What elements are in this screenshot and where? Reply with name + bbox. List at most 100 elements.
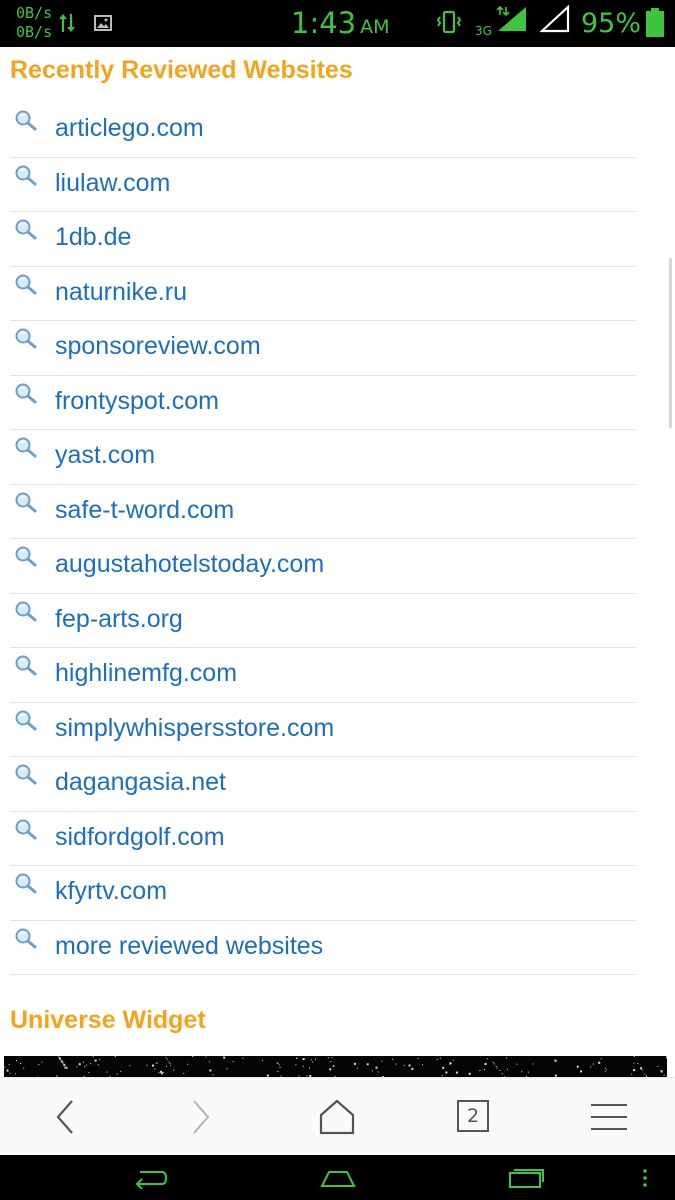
star-speck <box>590 1066 592 1068</box>
star-speck <box>62 1062 64 1064</box>
battery-icon <box>646 8 664 37</box>
browser-home-button[interactable] <box>312 1092 362 1142</box>
back-icon <box>56 1100 73 1134</box>
website-link[interactable]: dagangasia.net <box>55 768 226 797</box>
star-speck <box>146 1064 148 1066</box>
star-speck <box>94 1059 97 1062</box>
star-speck <box>60 1059 62 1061</box>
magnifier-icon <box>15 873 37 894</box>
star-speck <box>302 1058 305 1060</box>
star-speck <box>99 1059 101 1061</box>
star-speck <box>278 1064 280 1066</box>
browser-back-button[interactable] <box>40 1092 90 1142</box>
website-link[interactable]: articlego.com <box>55 114 204 143</box>
star-speck <box>114 1056 116 1058</box>
star-speck <box>276 1062 278 1064</box>
website-link[interactable]: augustahotelstoday.com <box>55 550 324 579</box>
star-speck <box>20 1063 21 1065</box>
website-link[interactable]: more reviewed websites <box>55 932 323 961</box>
star-speck <box>15 1073 17 1075</box>
star-speck <box>592 1063 594 1065</box>
list-item: articlego.com <box>10 103 636 158</box>
star-speck <box>452 1059 454 1061</box>
star-speck <box>604 1071 606 1073</box>
star-speck <box>6 1069 9 1072</box>
list-item: sponsoreview.com <box>10 321 636 376</box>
star-speck <box>449 1062 452 1065</box>
website-link[interactable]: simplywhispersstore.com <box>55 714 334 743</box>
star-speck <box>160 1072 163 1075</box>
star-speck <box>163 1071 165 1073</box>
website-link[interactable]: yast.com <box>55 441 155 470</box>
star-speck <box>479 1070 481 1072</box>
magnifier-icon <box>15 819 37 839</box>
star-speck <box>442 1066 445 1069</box>
website-link[interactable]: frontyspot.com <box>55 387 219 416</box>
list-item: highlinemfg.com <box>10 648 636 703</box>
magnifier-icon <box>15 274 37 294</box>
website-link[interactable]: naturnike.ru <box>55 278 187 307</box>
browser-tabs-button[interactable]: 2 <box>448 1092 498 1142</box>
magnifier-icon <box>15 764 37 785</box>
star-speck <box>165 1057 167 1059</box>
star-speck <box>637 1063 639 1065</box>
website-link[interactable]: 1db.de <box>55 223 131 252</box>
website-link[interactable]: kfyrtv.com <box>55 877 167 906</box>
star-speck <box>168 1061 170 1063</box>
list-item: sidfordgolf.com <box>10 812 636 866</box>
star-speck <box>84 1065 86 1067</box>
star-speck <box>58 1057 61 1060</box>
star-speck <box>657 1065 659 1067</box>
magnifier-icon <box>15 492 37 512</box>
system-back-button[interactable] <box>130 1163 170 1193</box>
star-speck <box>97 1064 99 1066</box>
universe-widget-image[interactable] <box>4 1056 667 1077</box>
browser-menu-button[interactable] <box>584 1092 634 1142</box>
tab-count: 2 <box>457 1100 489 1132</box>
list-item: naturnike.ru <box>10 267 636 321</box>
star-speck <box>83 1061 84 1063</box>
browser-forward-button[interactable] <box>176 1092 226 1142</box>
star-speck <box>377 1071 379 1073</box>
system-home-button[interactable] <box>318 1163 358 1193</box>
system-overflow-button[interactable] <box>625 1163 665 1193</box>
list-item: liulaw.com <box>10 158 636 212</box>
website-link[interactable]: highlinemfg.com <box>55 659 237 688</box>
website-link[interactable]: sponsoreview.com <box>55 332 261 361</box>
star-speck <box>644 1073 646 1075</box>
sim2-signal-icon <box>540 5 570 33</box>
star-speck <box>516 1063 518 1065</box>
star-speck <box>61 1060 64 1063</box>
data-transfer-icon <box>59 14 75 32</box>
star-speck <box>506 1057 507 1059</box>
star-speck <box>209 1069 212 1072</box>
star-speck <box>392 1058 394 1060</box>
star-speck <box>371 1070 373 1072</box>
list-item: fep-arts.org <box>10 594 636 648</box>
page-scrollbar[interactable] <box>669 258 672 428</box>
star-speck <box>183 1072 185 1074</box>
list-item: kfyrtv.com <box>10 866 636 921</box>
star-speck <box>496 1067 498 1069</box>
browser-toolbar: 2 <box>0 1077 675 1155</box>
forward-icon <box>193 1100 210 1134</box>
star-speck <box>78 1063 81 1066</box>
star-speck <box>242 1057 244 1059</box>
magnifier-icon <box>15 601 37 621</box>
net-download-speed: 0B/s <box>16 23 53 41</box>
star-speck <box>106 1071 108 1073</box>
website-link[interactable]: sidfordgolf.com <box>55 823 225 852</box>
website-link[interactable]: safe-t-word.com <box>55 496 234 525</box>
magnifier-icon <box>15 165 37 185</box>
star-speck <box>605 1069 607 1071</box>
website-link[interactable]: fep-arts.org <box>55 605 183 634</box>
list-item: safe-t-word.com <box>10 485 636 539</box>
star-speck <box>9 1072 11 1074</box>
star-speck <box>63 1063 66 1066</box>
star-speck <box>261 1060 263 1061</box>
star-speck <box>212 1074 214 1076</box>
system-recent-apps-button[interactable] <box>506 1163 546 1193</box>
website-link[interactable]: liulaw.com <box>55 169 170 198</box>
star-speck <box>486 1058 488 1060</box>
web-page-content[interactable]: Recently Reviewed Websites articlego.com… <box>0 47 675 1077</box>
